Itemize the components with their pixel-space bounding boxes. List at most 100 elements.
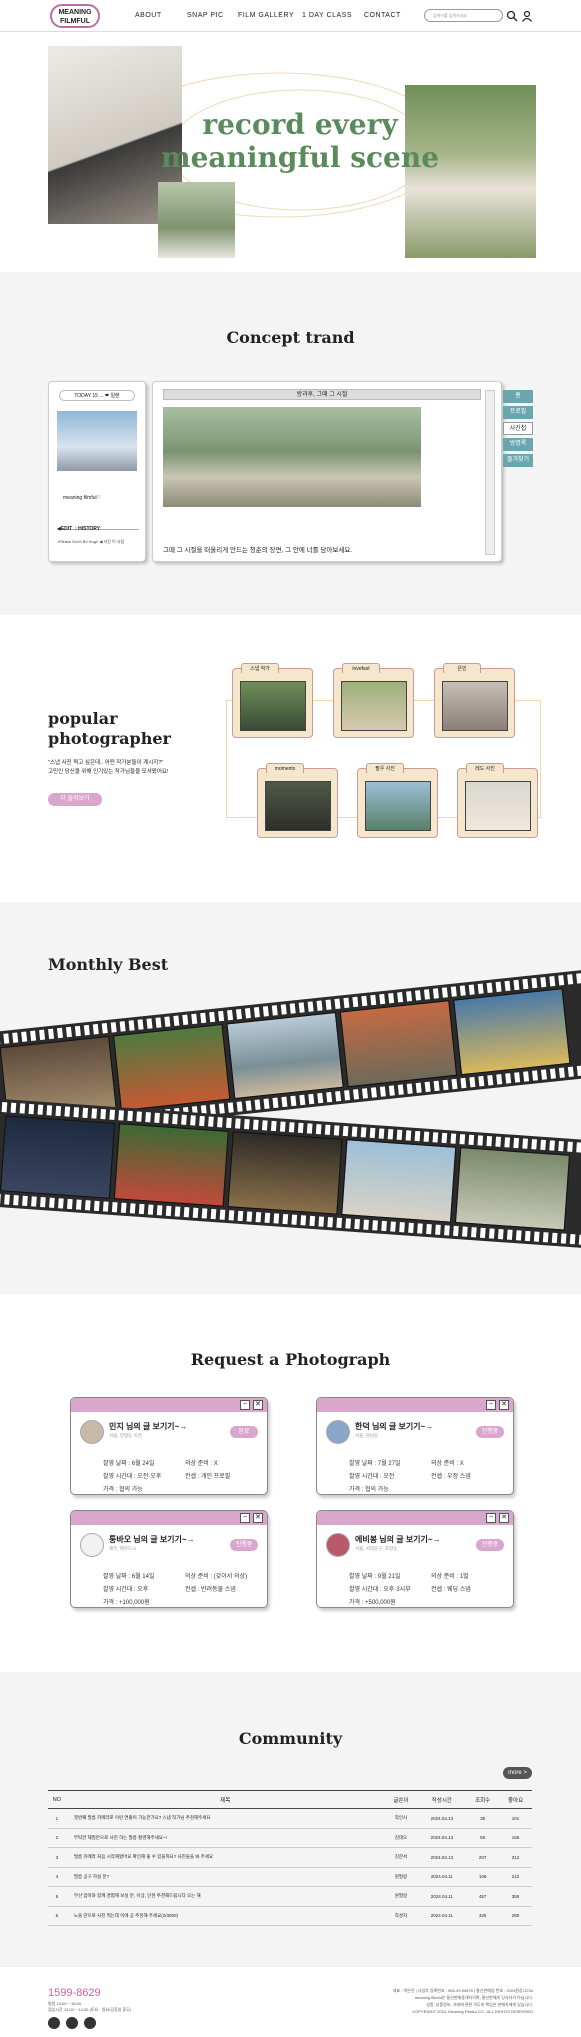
request-card[interactable]: − ✕ 민지 님의 글 보기기~→ 서울, 양평동 이천 완료 촬영 날짜 : 6월 24… [70, 1397, 268, 1495]
table-cell: 1 [48, 1808, 66, 1829]
request-card[interactable]: − ✕ 한덕 님의 글 보기기~→ 서울, 관남동 진행중 촬영 날짜 : 7월 27일 촬… [316, 1397, 514, 1495]
request-card[interactable]: − ✕ 에비봉 님의 글 보기기~→ 서울, 서대문구, 포항동 진행중 촬영 날짜 : … [316, 1510, 514, 1608]
card-author[interactable]: 한덕 님의 글 보기기~→ [355, 1421, 433, 1432]
card-outfit: 의상 준비 : X [185, 1461, 218, 1467]
film-frame[interactable] [113, 1023, 231, 1112]
table-cell: 원필랑 [384, 1886, 418, 1907]
table-row[interactable]: 5 부산 엄마와 함께 경험해 보실 분, 이상, 인천 추천해드립니다 오는 해… [48, 1886, 532, 1907]
avatar [80, 1420, 104, 1444]
post-title[interactable]: 필름 카메라 처음 시작해봤어요 확인해 줄 수 있을까요? 사진들을 봐 주세… [65, 1847, 385, 1868]
photographer-folder[interactable]: 레드 사진 [457, 763, 538, 838]
table-cell: 2 [48, 1828, 66, 1848]
tab-home[interactable]: 홈 [503, 390, 533, 403]
post-title[interactable]: 부탁한 재질만으로 사진 하는 필름 촬영해주세요~! [65, 1828, 385, 1848]
table-row[interactable]: 3 필름 카메라 처음 시작해봤어요 확인해 줄 수 있을까요? 사진들을 봐 주… [48, 1847, 532, 1868]
card-date: 촬영 날짜 : 9월 21일 [349, 1574, 401, 1580]
card-concept: 컨셉 : 반려동물 스냅 [185, 1587, 236, 1593]
concept-main-photo [163, 407, 421, 507]
site-header: MEANING FILMFUL ABOUT SNAP PIC FILM GALL… [0, 0, 581, 32]
nav-contact[interactable]: CONTACT [364, 12, 401, 19]
card-outfit: 의상 준비 : X [431, 1461, 464, 1467]
hero-title-line-1: record every [202, 108, 398, 141]
folder-label: 필우 사진 [366, 763, 404, 773]
post-title[interactable]: 첫번째 필름 카메라로 이런 연출이 가능한가요? 스냅 작가님 추천해주세요 [65, 1808, 385, 1829]
minimize-icon[interactable]: − [240, 1400, 250, 1410]
film-frame[interactable] [227, 1131, 343, 1215]
nav-about[interactable]: ABOUT [135, 12, 162, 19]
film-frame[interactable] [113, 1123, 229, 1207]
folder-photo [341, 681, 407, 731]
photographer-folder[interactable]: 스냅 작가 [232, 663, 313, 738]
table-cell: 2024.04.13 [417, 1847, 467, 1868]
minimize-icon[interactable]: − [486, 1400, 496, 1410]
close-icon[interactable]: ✕ [499, 1513, 509, 1523]
window-scrollbar[interactable] [485, 390, 495, 555]
blog-icon[interactable] [84, 2017, 96, 2029]
folder-label: 스냅 작가 [241, 663, 279, 673]
tab-profile[interactable]: 프로필 [503, 406, 533, 419]
tab-album[interactable]: 사진첩 [503, 422, 533, 435]
more-button[interactable]: more > [503, 1767, 532, 1779]
table-cell: 2024.04.13 [417, 1808, 467, 1829]
instagram-icon[interactable] [66, 2017, 78, 2029]
card-concept: 컨셉 : 우정 스냅 [431, 1474, 471, 1480]
table-body: 1 첫번째 필름 카메라로 이런 연출이 가능한가요? 스냅 작가님 추천해주세요… [48, 1808, 532, 1926]
film-frame[interactable] [339, 1000, 458, 1088]
photographer-folder[interactable]: moments [257, 763, 338, 838]
search-icon[interactable] [506, 10, 518, 22]
table-cell: 5 [48, 1886, 66, 1907]
card-author[interactable]: 에비봉 님의 글 보기기~→ [355, 1534, 441, 1545]
close-icon[interactable]: ✕ [253, 1400, 263, 1410]
table-row[interactable]: 2 부탁한 재질만으로 사진 하는 필름 촬영해주세요~! 김테오 2024.04.1… [48, 1828, 532, 1848]
photographer-folder[interactable]: 필우 사진 [357, 763, 438, 838]
hero-photo-umbrella [158, 182, 235, 258]
search-input[interactable]: 검색어를 입력하세요 [424, 9, 503, 22]
youtube-icon[interactable] [48, 2017, 60, 2029]
table-row[interactable]: 4 필름 공구 하실 분? 원필랑 2024.04.11 108 212 [48, 1867, 532, 1887]
folder-photo [465, 781, 531, 831]
music-player[interactable]: ♪Please Don't Be Hug!! ◀ 사진 이 사람 [57, 539, 124, 545]
card-title-bar: − ✕ [317, 1511, 513, 1525]
tab-favorites[interactable]: 즐겨찾기 [503, 454, 533, 467]
nav-1day-class[interactable]: 1 DAY CLASS [302, 12, 352, 19]
concept-title: Concept trand [226, 328, 355, 347]
nav-film-gallery[interactable]: FILM GALLERY [238, 12, 294, 19]
close-icon[interactable]: ✕ [253, 1513, 263, 1523]
post-title[interactable]: 부산 엄마와 함께 경험해 보실 분, 이상, 인천 추천해드립니다 오는 해 [65, 1886, 385, 1907]
community-title: Community [238, 1729, 343, 1748]
request-card[interactable]: − ✕ 퉁바오 님의 글 보기기~→ 제주, 제주도시 진행중 촬영 날짜 : 6월 14… [70, 1510, 268, 1608]
minimize-icon[interactable]: − [486, 1513, 496, 1523]
post-title[interactable]: 필름 공구 하실 분? [65, 1867, 385, 1887]
minimize-icon[interactable]: − [240, 1513, 250, 1523]
card-author[interactable]: 민지 님의 글 보기기~→ [109, 1421, 187, 1432]
status-badge: 완료 [230, 1426, 258, 1438]
community-table: NO 제목 글쓴이 작성시간 조회수 좋아요 1 첫번째 필름 카메라로 이런 연출이 가능… [48, 1790, 532, 1926]
film-frame[interactable] [226, 1012, 344, 1100]
photographer-folder[interactable]: 은빈 [434, 663, 515, 738]
card-time: 촬영 시간대 : 오후 [103, 1587, 149, 1593]
nav-snap-pic[interactable]: SNAP PIC [187, 12, 224, 19]
film-frame[interactable] [453, 988, 571, 1076]
table-cell: 6 [48, 1906, 66, 1926]
table-row[interactable]: 6 노을 만으로 사진 찍는데 이에 공 추천해 주세요(2/3000) 작성자 20… [48, 1906, 532, 1926]
concept-profile-panel: TODAY 15 ... ❤ 일렌 meaning filmful♡ ◀EDIT… [48, 381, 146, 562]
user-icon[interactable] [521, 10, 533, 22]
concept-caption: 그때 그 시절을 떠올리게 만드는 청춘의 장면, 그 안에 너를 담아보세요. [163, 547, 353, 554]
avatar [326, 1420, 350, 1444]
table-cell: 108 [466, 1867, 500, 1887]
tab-guestbook[interactable]: 방명록 [503, 438, 533, 451]
profile-sky-photo [57, 411, 137, 471]
film-frame[interactable] [454, 1147, 570, 1231]
card-location: 서울, 양평동 이천 [109, 1433, 142, 1438]
table-row[interactable]: 1 첫번째 필름 카메라로 이런 연출이 가능한가요? 스냅 작가님 추천해주세요… [48, 1808, 532, 1829]
browse-more-button[interactable]: 더 둘러보기 [48, 793, 102, 806]
history-label[interactable]: ◀EDIT ☆HISTORY [57, 526, 100, 532]
card-author[interactable]: 퉁바오 님의 글 보기기~→ [109, 1534, 195, 1545]
film-frame[interactable] [0, 1115, 116, 1199]
photographer-folder[interactable]: lovefast [333, 663, 414, 738]
close-icon[interactable]: ✕ [499, 1400, 509, 1410]
film-frame[interactable] [341, 1139, 457, 1223]
table-cell: 2024.04.11 [417, 1886, 467, 1907]
site-logo[interactable]: MEANING FILMFUL [50, 4, 100, 28]
post-title[interactable]: 노을 만으로 사진 찍는데 이에 공 추천해 주세요(2/3000) [65, 1906, 385, 1926]
